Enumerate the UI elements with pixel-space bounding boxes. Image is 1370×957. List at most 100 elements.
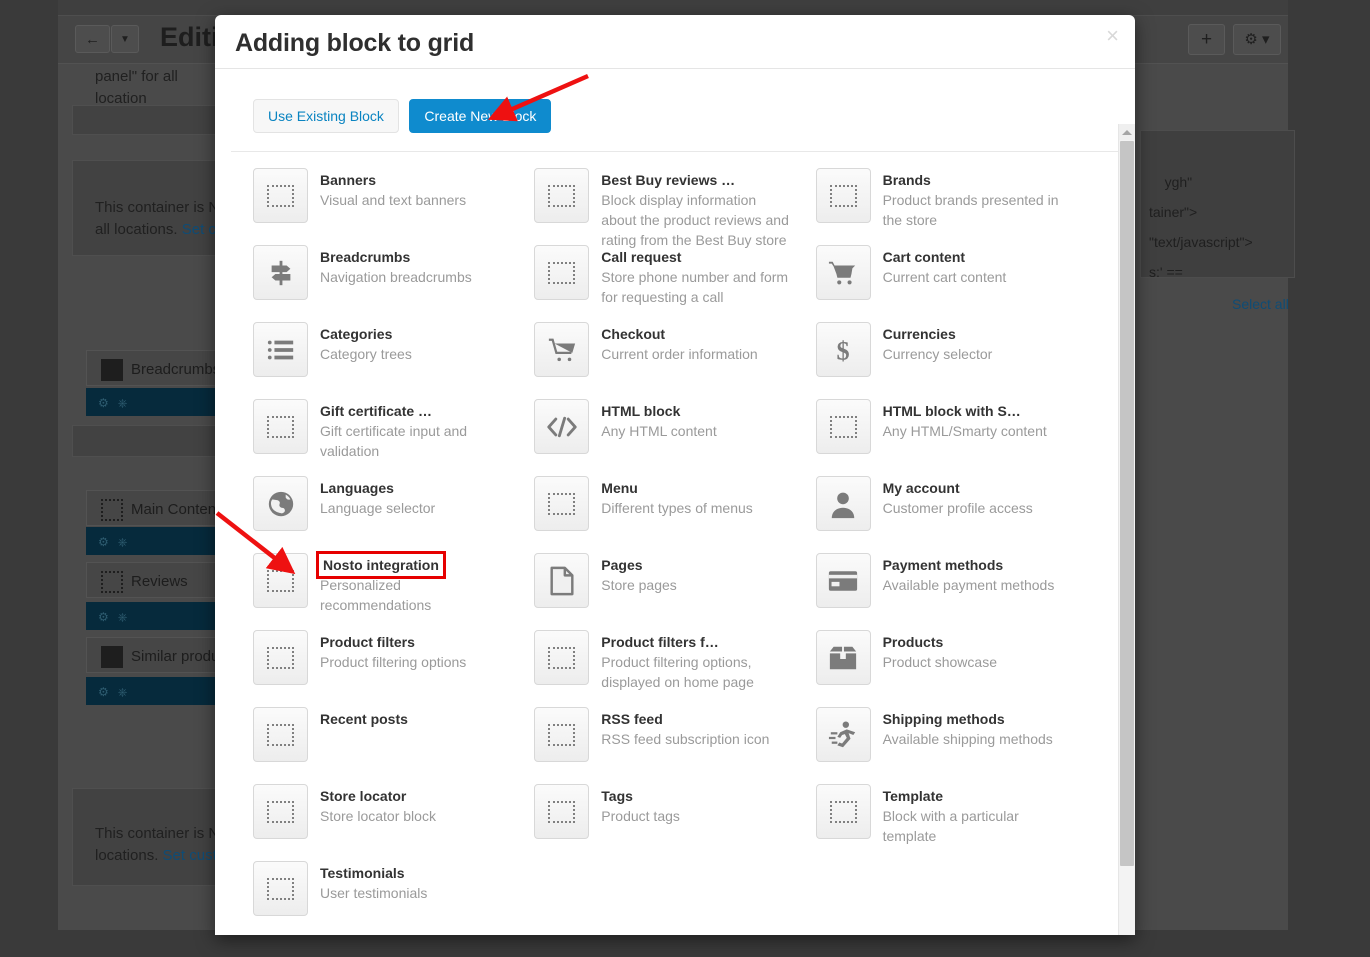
block-type-text: Testimonials User testimonials [320,861,427,935]
list-icon [253,322,308,377]
container-label-breadcrumbs: Breadcrumbs [131,360,221,378]
gear-icon[interactable]: ⚙ [98,396,109,410]
block-type-description: Product filtering options [320,654,467,670]
block-type-card[interactable]: Template Block with a particular template [815,784,1097,861]
block-type-description: Current cart content [882,269,1007,285]
code-line-3: "text/javascript"> [1149,234,1253,250]
block-type-card[interactable]: Breadcrumbs Navigation breadcrumbs [253,245,534,322]
select-all-link[interactable]: Select all [1232,296,1289,312]
block-type-card[interactable]: Shipping methods Available shipping metho… [815,707,1097,784]
block-type-text: Tags Product tags [601,784,680,861]
block-type-description: Navigation breadcrumbs [320,269,472,285]
dialog-scrollbar[interactable] [1118,124,1135,935]
block-type-description: Available payment methods [882,577,1055,593]
block-type-description: RSS feed subscription icon [601,731,770,747]
block-type-card[interactable]: Cart content Current cart content [815,245,1097,322]
block-type-card[interactable]: Store locator Store locator block [253,784,534,861]
scrollbar-thumb[interactable] [1120,141,1134,866]
container-label-reviews: Reviews [131,572,188,590]
block-type-description: Available shipping methods [882,731,1053,747]
block-type-card[interactable]: Brands Product brands presented in the st… [815,168,1097,245]
block-type-card[interactable]: Nosto integration Personalized recommenda… [253,551,534,630]
block-type-description: Any HTML/Smarty content [882,423,1047,439]
code-textarea[interactable]: ygh" tainer"> "text/javascript"> s:' == … [1140,130,1295,278]
dotted-square-icon [101,499,123,521]
block-type-title: Checkout [601,326,666,342]
dotted-square-icon [253,168,308,223]
code-line-1: tainer"> [1149,204,1198,220]
block-type-card[interactable]: Tags Product tags [534,784,815,861]
block-type-card[interactable]: Product filters f… Product filtering opti… [534,630,815,707]
block-type-card[interactable]: $ Currencies Currency selector [815,322,1097,399]
block-type-card[interactable]: RSS feed RSS feed subscription icon [534,707,815,784]
dotted-square-icon [534,245,590,300]
tab-create-new-block[interactable]: Create New Block [409,99,552,133]
block-type-card[interactable]: Pages Store pages [534,553,815,630]
block-type-title: HTML block [601,403,681,419]
block-type-card[interactable]: Recent posts [253,707,534,784]
block-type-card[interactable]: Categories Category trees [253,322,534,399]
block-type-card[interactable]: Product filters Product filtering options [253,630,534,707]
block-type-description: Product showcase [882,654,997,670]
dotted-square-icon [253,553,308,608]
credit-card-icon [815,553,871,608]
block-type-title: Product filters [320,634,415,650]
gear-icon[interactable]: ⚙ [98,685,109,699]
add-block-button[interactable]: + [1188,24,1225,55]
block-type-description: Store pages [601,577,677,593]
block-type-title: My account [882,480,960,496]
code-line-5: s:' == [1149,264,1183,278]
scroll-up-button[interactable] [1119,124,1135,140]
block-type-card[interactable]: Best Buy reviews … Block display informat… [534,168,815,248]
block-type-title: Menu [601,480,638,496]
block-type-card[interactable]: HTML block with S… Any HTML/Smarty conten… [815,399,1097,476]
block-type-title: Call request [601,249,682,265]
dotted-square-icon [815,399,871,454]
block-type-card[interactable]: Gift certificate … Gift certificate input… [253,399,534,476]
dotted-square-icon [253,630,308,685]
block-type-description: Currency selector [882,346,993,362]
power-icon[interactable]: ⎈ [118,396,128,410]
block-type-card[interactable]: Menu Different types of menus [534,476,815,553]
block-type-description: Different types of menus [601,500,753,516]
block-type-card[interactable]: Checkout Current order information [534,322,815,399]
chevron-up-icon [1122,129,1132,135]
block-type-card[interactable]: Testimonials User testimonials [253,861,534,935]
block-type-text: HTML block with S… Any HTML/Smarty conten… [883,399,1047,476]
block-type-title: Testimonials [320,865,405,881]
block-type-card[interactable]: Payment methods Available payment methods [815,553,1097,630]
block-type-description: Block display information about the prod… [601,192,789,248]
dialog-header: Adding block to grid × [215,15,1135,69]
block-type-description: Product brands presented in the store [882,192,1059,228]
gear-icon[interactable]: ⚙ [98,535,109,549]
block-type-description: Store locator block [320,808,436,824]
block-type-description: Current order information [601,346,758,362]
power-icon[interactable]: ⎈ [118,685,128,699]
power-icon[interactable]: ⎈ [118,610,128,624]
back-button[interactable]: ← [75,25,110,53]
close-icon[interactable]: × [1106,25,1119,47]
block-type-title: Breadcrumbs [320,249,411,265]
code-icon [534,399,590,454]
back-dropdown-button[interactable]: ▼ [111,25,139,53]
page-title: Editi [160,22,219,52]
block-type-card[interactable]: Call request Store phone number and form … [534,245,815,322]
block-type-text: Pages Store pages [601,553,677,630]
gear-icon[interactable]: ⚙ [98,610,109,624]
products-box-icon [101,646,123,668]
block-type-description: Customer profile access [882,500,1033,516]
dotted-square-icon [534,707,590,762]
block-type-description: User testimonials [320,885,428,901]
settings-button[interactable]: ⚙ ▾ [1233,24,1281,55]
block-type-card[interactable]: HTML block Any HTML content [534,399,815,476]
block-type-text: Call request Store phone number and form … [601,245,791,322]
block-type-description: Visual and text banners [320,192,467,208]
dotted-square-icon [101,571,123,593]
power-icon[interactable]: ⎈ [118,535,128,549]
tab-use-existing-block[interactable]: Use Existing Block [253,99,399,133]
block-type-card[interactable]: Banners Visual and text banners [253,168,534,245]
block-type-card[interactable]: My account Customer profile access [815,476,1097,553]
block-type-text: My account Customer profile access [883,476,1033,553]
block-type-card[interactable]: Languages Language selector [253,476,534,553]
block-type-card[interactable]: Products Product showcase [815,630,1097,707]
